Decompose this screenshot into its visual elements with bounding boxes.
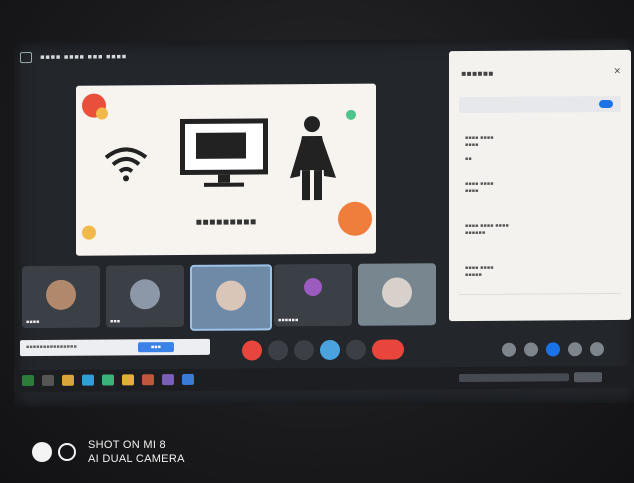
meeting-link-box: ▪▪▪▪▪▪▪▪▪▪▪▪▪▪▪ ▪▪▪ — [20, 338, 210, 357]
participant-video — [382, 277, 412, 308]
chat-permission-row — [459, 95, 621, 114]
microphone-icon[interactable] — [242, 340, 262, 361]
participant-tile[interactable]: ▪▪▪▪▪▪ — [274, 263, 352, 327]
participant-video — [46, 279, 76, 310]
app-icon[interactable] — [122, 374, 134, 386]
chat-panel: ▪▪▪▪▪▪ ✕ ▪▪▪▪ ▪▪▪▪ ▪▪▪▪ ▪▪ ▪▪▪▪ ▪▪▪▪ ▪▪▪▪ ▪… — [449, 49, 631, 322]
participant-tile[interactable]: ▪▪▪ — [106, 264, 184, 328]
browser-icon[interactable] — [82, 374, 94, 386]
dual-camera-icon — [58, 443, 76, 461]
chat-input[interactable] — [459, 292, 621, 312]
clock — [574, 372, 602, 383]
participant-name: ▪▪▪ — [110, 318, 121, 325]
people-icon[interactable] — [524, 342, 538, 357]
app-icon[interactable] — [162, 374, 174, 386]
folder-icon[interactable] — [62, 374, 74, 386]
participant-name: ▪▪▪▪▪▪ — [278, 317, 299, 324]
present-icon[interactable] — [320, 339, 340, 361]
superhero-icon — [290, 116, 336, 201]
meeting-icon — [20, 51, 32, 63]
activities-icon[interactable] — [568, 342, 582, 357]
chat-message: ▪▪▪▪ ▪▪▪▪ ▪▪▪▪ ▪▪▪▪▪▪ — [465, 222, 509, 237]
copy-link-button[interactable]: ▪▪▪ — [138, 342, 174, 353]
participant-tile-active[interactable] — [190, 264, 272, 331]
more-options-icon[interactable] — [346, 339, 366, 360]
slide-caption: ▪▪▪▪▪▪▪▪▪ — [195, 216, 257, 228]
meeting-link: ▪▪▪▪▪▪▪▪▪▪▪▪▪▪▪ — [26, 343, 77, 351]
search-icon[interactable] — [42, 374, 54, 386]
meeting-title-bar: ▪▪▪▪ ▪▪▪▪ ▪▪▪ ▪▪▪▪ — [20, 45, 127, 68]
computer-icon — [180, 118, 268, 187]
chat-message: ▪▪▪▪ ▪▪▪▪ ▪▪▪▪▪ — [465, 264, 494, 279]
chat-message: ▪▪▪▪ ▪▪▪▪ ▪▪▪▪ — [465, 180, 494, 195]
watermark-line-2: AI DUAL CAMERA — [88, 453, 185, 465]
watermark-text: SHOT ON MI 8 AI DUAL CAMERA — [88, 438, 185, 466]
chat-icon[interactable] — [546, 342, 560, 357]
start-icon[interactable] — [22, 375, 34, 387]
wifi-icon — [104, 147, 148, 182]
decor-blob — [346, 109, 356, 120]
camera-icon[interactable] — [268, 340, 288, 361]
participant-tile[interactable]: ▪▪▪▪ — [22, 265, 100, 329]
info-icon[interactable] — [502, 342, 516, 357]
lock-icon[interactable] — [590, 342, 604, 357]
dual-camera-icon — [32, 442, 52, 462]
camera-watermark: SHOT ON MI 8 AI DUAL CAMERA — [32, 438, 185, 466]
meeting-title: ▪▪▪▪ ▪▪▪▪ ▪▪▪ ▪▪▪▪ — [40, 52, 127, 61]
participant-name: ▪▪▪▪ — [26, 318, 40, 326]
avatar — [130, 279, 160, 310]
app-icon[interactable] — [102, 374, 114, 386]
close-icon[interactable]: ✕ — [613, 67, 621, 77]
avatar — [304, 278, 322, 297]
chat-message: ▪▪▪▪ ▪▪▪▪ ▪▪▪▪ ▪▪ — [465, 134, 494, 163]
toggle-switch[interactable] — [599, 99, 613, 109]
captions-icon[interactable] — [294, 340, 314, 361]
shared-presentation-slide: ▪▪▪▪▪▪▪▪▪ — [76, 83, 376, 256]
decor-blob — [96, 107, 108, 120]
watermark-line-1: SHOT ON MI 8 — [88, 439, 166, 451]
end-call-icon[interactable] — [372, 339, 404, 360]
taskbar — [14, 365, 634, 393]
app-icon[interactable] — [142, 374, 154, 386]
monitor-screen: ▪▪▪▪ ▪▪▪▪ ▪▪▪ ▪▪▪▪ ▪▪▪▪▪▪▪▪▪ ▪▪▪▪ ▪▪▪ ▪▪… — [14, 37, 634, 408]
app-icon[interactable] — [182, 373, 194, 385]
participant-video — [216, 280, 246, 311]
participant-tile[interactable] — [358, 263, 436, 326]
chat-panel-title: ▪▪▪▪▪▪ — [461, 68, 494, 79]
system-tray — [459, 373, 569, 383]
